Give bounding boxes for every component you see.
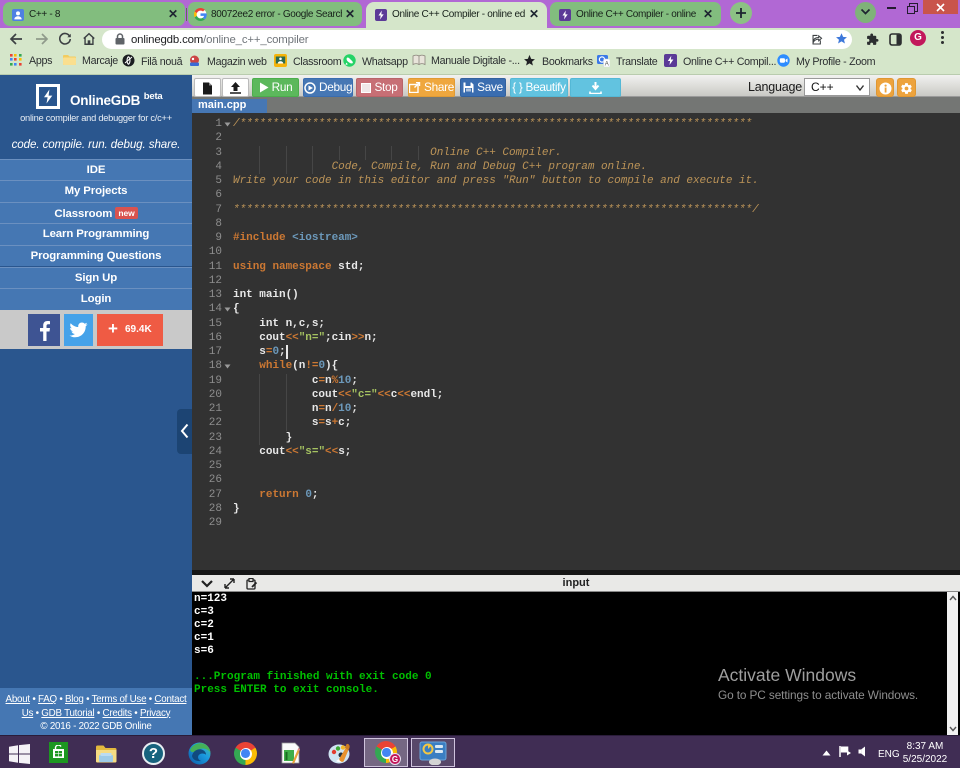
svg-text:A: A (605, 61, 609, 67)
